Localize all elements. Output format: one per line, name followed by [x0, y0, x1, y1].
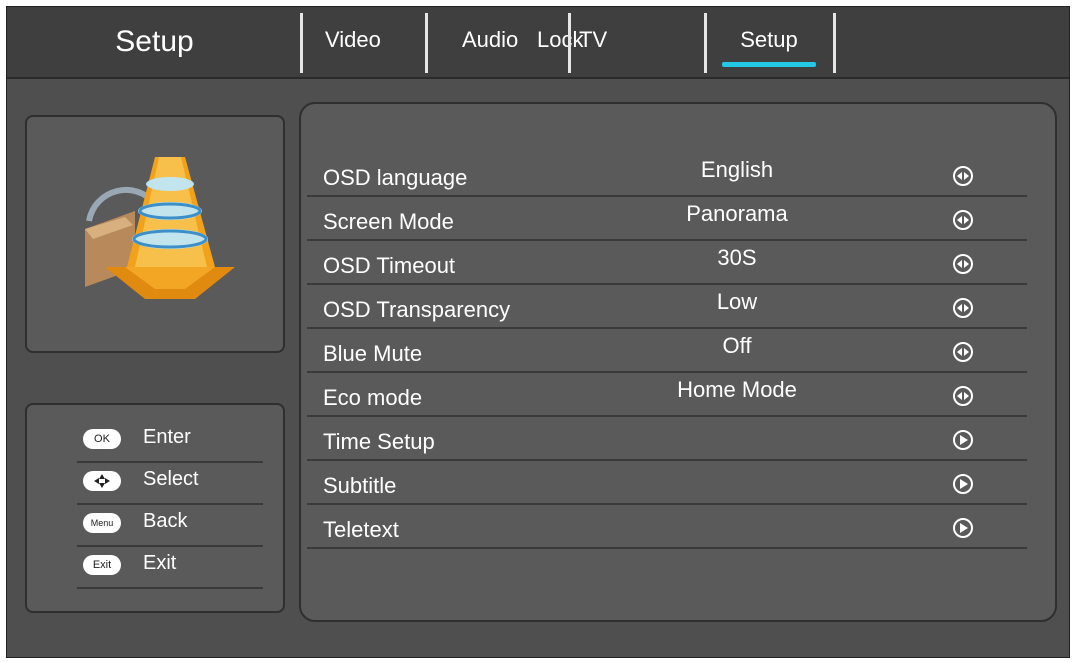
setup-icon-panel: [25, 115, 285, 353]
help-action: Exit: [143, 552, 177, 574]
tab-divider: [704, 13, 707, 73]
header-bar: Setup Video Audio Lock TV Setup: [7, 7, 1069, 79]
dpad-icon: [83, 471, 121, 491]
enter-arrow-icon: [953, 430, 973, 450]
setup-cone-icon: [85, 157, 235, 299]
help-row-exit: Exit Exit: [43, 547, 263, 589]
menu-row-value: Low: [716, 289, 758, 314]
menu-row-osd-transparency[interactable]: OSD Transparency Low: [307, 285, 1027, 329]
tab-lock[interactable]: Lock: [537, 7, 583, 77]
menu-row-teletext[interactable]: Teletext: [307, 505, 1027, 549]
menu-row-label: Eco mode: [323, 385, 423, 410]
tab-setup-label: Setup: [740, 27, 798, 52]
left-right-arrows-icon: [953, 298, 973, 318]
help-action: Enter: [143, 426, 191, 448]
tab-divider: [300, 13, 303, 73]
tab-setup[interactable]: Setup: [722, 7, 816, 77]
menu-row-osd-language[interactable]: OSD language English: [307, 153, 1027, 197]
osd-window: Setup Video Audio Lock TV Setup OK Enter…: [6, 6, 1070, 658]
divider: [77, 587, 263, 589]
exit-key-badge: Exit: [83, 555, 121, 575]
left-right-arrows-icon: [953, 254, 973, 274]
divider: [307, 547, 1027, 549]
menu-row-label: OSD Timeout: [323, 253, 456, 278]
menu-row-value: 30S: [717, 245, 757, 270]
enter-arrow-icon: [953, 518, 973, 538]
tab-tv[interactable]: TV: [579, 7, 607, 77]
tab-audio[interactable]: Audio: [462, 7, 518, 77]
tab-divider: [568, 13, 571, 73]
menu-row-value: Off: [722, 333, 752, 358]
menu-row-value: Home Mode: [677, 377, 797, 402]
help-action: Back: [143, 510, 188, 532]
menu-row-label: Screen Mode: [323, 209, 454, 234]
menu-row-label: Teletext: [323, 517, 399, 542]
tab-video[interactable]: Video: [325, 7, 381, 77]
menu-row-value: English: [700, 157, 774, 182]
menu-row-screen-mode[interactable]: Screen Mode Panorama: [307, 197, 1027, 241]
help-row-back: Menu Back: [43, 505, 263, 547]
menu-row-eco-mode[interactable]: Eco mode Home Mode: [307, 373, 1027, 417]
menu-row-label: Time Setup: [323, 429, 435, 454]
menu-row-label: Subtitle: [323, 473, 397, 498]
enter-arrow-icon: [953, 474, 973, 494]
menu-row-osd-timeout[interactable]: OSD Timeout 30S: [307, 241, 1027, 285]
menu-row-value: Panorama: [686, 201, 788, 226]
menu-row-blue-mute[interactable]: Blue Mute Off: [307, 329, 1027, 373]
help-action: Select: [143, 468, 199, 490]
page-title: Setup: [115, 25, 194, 58]
menu-row-subtitle[interactable]: Subtitle: [307, 461, 1027, 505]
menu-row-time-setup[interactable]: Time Setup: [307, 417, 1027, 461]
help-row-enter: OK Enter: [43, 421, 263, 463]
menu-row-label: Blue Mute: [323, 341, 423, 366]
tab-divider: [425, 13, 428, 73]
help-row-select: Select: [43, 463, 263, 505]
left-right-arrows-icon: [953, 342, 973, 362]
left-right-arrows-icon: [953, 210, 973, 230]
tab-divider: [833, 13, 836, 73]
menu-key-badge: Menu: [83, 513, 121, 533]
left-right-arrows-icon: [953, 386, 973, 406]
menu-row-label: OSD Transparency: [323, 297, 511, 322]
left-right-arrows-icon: [953, 166, 973, 186]
ok-key-badge: OK: [83, 429, 121, 449]
active-tab-indicator: [722, 62, 816, 67]
menu-row-label: OSD language: [323, 165, 468, 190]
